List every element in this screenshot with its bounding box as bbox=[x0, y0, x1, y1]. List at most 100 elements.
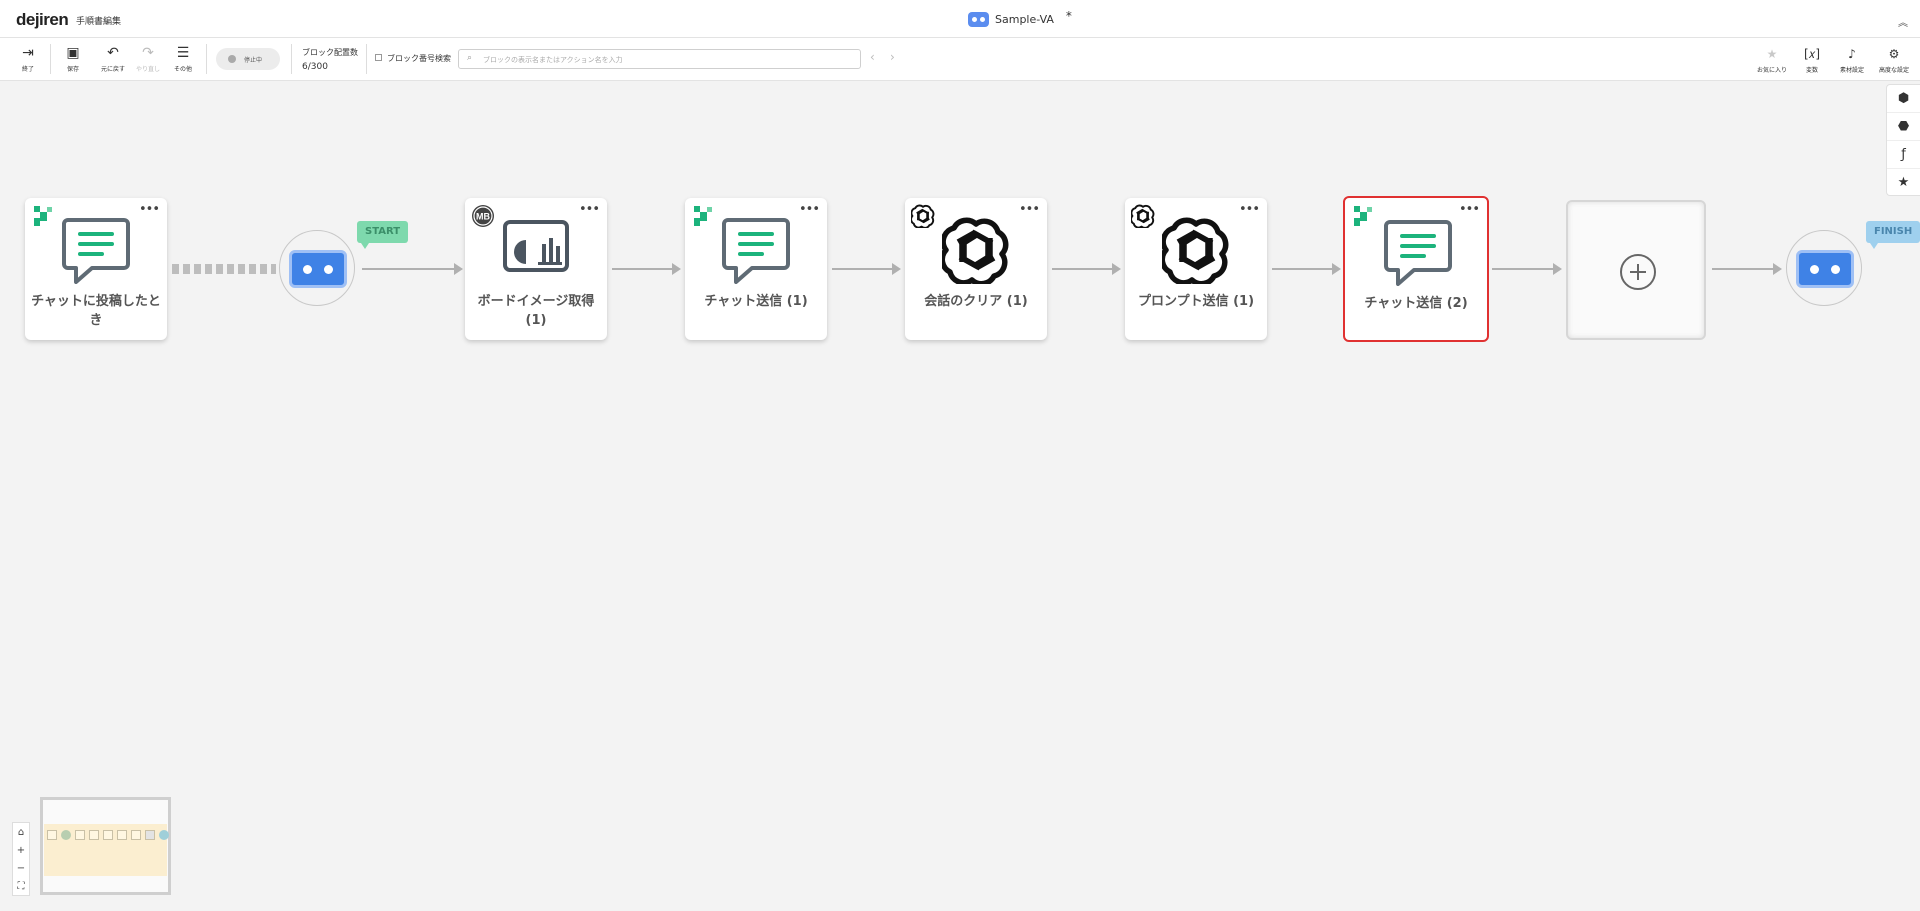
finish-flag: FINISH bbox=[1866, 221, 1920, 249]
undo-label: 元に戻す bbox=[100, 66, 125, 73]
material-settings-label: 素材設定 bbox=[1839, 67, 1864, 74]
variables-label: 変数 bbox=[1805, 67, 1818, 74]
openai-icon bbox=[942, 216, 1010, 284]
variables-button[interactable]: [𝑥] 変数 bbox=[1792, 46, 1832, 74]
block-title: チャット送信 (2) bbox=[1364, 296, 1468, 311]
block-title: チャット送信 (1) bbox=[704, 294, 808, 309]
minimap-finish-node bbox=[159, 830, 169, 840]
more-options-icon[interactable]: ••• bbox=[1019, 202, 1040, 217]
favorites-label: お気に入り bbox=[1756, 67, 1787, 74]
cube-add-icon[interactable]: ⬣ bbox=[1887, 113, 1920, 141]
flow-arrow bbox=[1712, 263, 1782, 275]
block-title: チャットに投稿したとき bbox=[31, 294, 161, 328]
bot-face-icon bbox=[289, 250, 347, 288]
gears-icon: ⚙ bbox=[1888, 47, 1900, 61]
more-button[interactable]: ☰ その他 bbox=[166, 44, 200, 73]
block-count-label: ブロック配置数 bbox=[302, 48, 358, 57]
block-send-prompt[interactable]: ••• プロンプト送信 (1) bbox=[1125, 198, 1267, 340]
save-button[interactable]: ▣ 保存 bbox=[56, 44, 90, 73]
block-chat-posted[interactable]: ••• チャットに投稿したとき bbox=[25, 198, 167, 340]
start-bot-node[interactable] bbox=[279, 230, 355, 306]
finish-bot-node[interactable] bbox=[1786, 230, 1862, 306]
exit-label: 終了 bbox=[21, 66, 34, 73]
previous-result-icon[interactable]: ‹ bbox=[870, 50, 875, 64]
block-clear-conversation[interactable]: ••• 会話のクリア (1) bbox=[905, 198, 1047, 340]
redo-button[interactable]: ↷ やり直し bbox=[131, 44, 165, 73]
favorites-button[interactable]: ★ お気に入り bbox=[1752, 46, 1792, 74]
dashboard-chart-icon bbox=[502, 216, 570, 284]
redo-icon: ↷ bbox=[142, 45, 154, 61]
material-settings-icon: ♪ bbox=[1848, 47, 1856, 61]
zoom-out-icon[interactable]: − bbox=[17, 860, 25, 877]
block-board-image[interactable]: MB ••• ボードイメージ取得 (1) bbox=[465, 198, 607, 340]
block-chat-send-1[interactable]: ••• チャット送信 (1) bbox=[685, 198, 827, 340]
exit-button[interactable]: ⇥ 終了 bbox=[11, 44, 45, 73]
flow-arrow bbox=[832, 263, 901, 275]
block-number-search-checkbox[interactable] bbox=[375, 54, 382, 61]
home-icon[interactable]: ⌂ bbox=[18, 824, 24, 841]
openai-icon bbox=[1131, 204, 1155, 228]
chat-bubble-icon bbox=[722, 216, 790, 284]
minimap-block bbox=[89, 830, 99, 840]
advanced-settings-button[interactable]: ⚙ 高度な設定 bbox=[1874, 46, 1914, 74]
more-options-icon[interactable]: ••• bbox=[1239, 202, 1260, 217]
advanced-settings-label: 高度な設定 bbox=[1878, 67, 1909, 74]
zoom-in-icon[interactable]: + bbox=[17, 842, 25, 859]
run-status-toggle[interactable]: 停止中 bbox=[216, 48, 280, 70]
star-icon[interactable]: ★ bbox=[1887, 169, 1920, 197]
more-options-icon[interactable]: ••• bbox=[1459, 202, 1480, 217]
block-chat-send-2[interactable]: ••• チャット送信 (2) bbox=[1343, 196, 1489, 342]
svg-text:MB: MB bbox=[476, 212, 490, 222]
document-title-text: Sample-VA bbox=[995, 13, 1054, 26]
block-title: ボードイメージ取得 (1) bbox=[477, 294, 595, 328]
minimap[interactable] bbox=[40, 797, 171, 895]
minimap-block bbox=[131, 830, 141, 840]
next-result-icon[interactable]: › bbox=[890, 50, 895, 64]
editor-title: 手順書編集 bbox=[76, 17, 122, 27]
side-panel: ⬢ ⬣ ƒ ★ bbox=[1886, 84, 1920, 196]
block-search-input[interactable] bbox=[483, 53, 853, 66]
menu-lines-icon: ☰ bbox=[176, 45, 190, 61]
dejiren-logo[interactable]: dejiren bbox=[16, 10, 69, 30]
toolbar-divider bbox=[291, 44, 292, 74]
minimap-start-node bbox=[61, 830, 71, 840]
start-flag: START bbox=[357, 221, 409, 249]
minimap-block bbox=[103, 830, 113, 840]
undo-icon: ↶ bbox=[107, 45, 119, 61]
variable-icon: [𝑥] bbox=[1803, 47, 1821, 61]
dejiren-icon bbox=[31, 204, 55, 228]
block-number-search-label: ブロック番号検索 bbox=[387, 54, 451, 63]
status-label: 停止中 bbox=[244, 56, 263, 64]
more-options-icon[interactable]: ••• bbox=[579, 202, 600, 217]
minimap-block bbox=[47, 830, 57, 840]
fit-screen-icon[interactable]: ⛶ bbox=[18, 878, 25, 895]
trigger-connector bbox=[172, 264, 276, 274]
toolbar-divider bbox=[206, 44, 207, 74]
material-settings-button[interactable]: ♪ 素材設定 bbox=[1832, 46, 1872, 74]
save-icon: ▣ bbox=[66, 45, 80, 61]
flow-arrow bbox=[1492, 263, 1562, 275]
mb-icon: MB bbox=[472, 205, 494, 227]
minimap-block bbox=[75, 830, 85, 840]
plus-circle-icon bbox=[1620, 254, 1656, 290]
block-search-box: ⌕ bbox=[458, 49, 861, 69]
bot-face-icon bbox=[1796, 250, 1854, 288]
document-title[interactable]: Sample-VA * bbox=[968, 8, 1072, 27]
search-icon: ⌕ bbox=[467, 53, 473, 63]
block-title: プロンプト送信 (1) bbox=[1137, 294, 1255, 309]
add-block-slot[interactable] bbox=[1566, 200, 1706, 340]
minimap-block bbox=[145, 830, 155, 840]
chevron-double-up-icon[interactable]: ︽ bbox=[1898, 14, 1908, 29]
app-header: dejiren 手順書編集 Sample-VA * ︽ bbox=[0, 0, 1920, 38]
block-title: 会話のクリア (1) bbox=[924, 294, 1028, 309]
save-label: 保存 bbox=[66, 66, 79, 73]
more-options-icon[interactable]: ••• bbox=[799, 202, 820, 217]
more-options-icon[interactable]: ••• bbox=[139, 202, 160, 217]
cube-icon[interactable]: ⬢ bbox=[1887, 85, 1920, 113]
unsaved-marker: * bbox=[1065, 8, 1072, 23]
more-label: その他 bbox=[173, 66, 192, 73]
function-icon[interactable]: ƒ bbox=[1887, 141, 1920, 169]
undo-button[interactable]: ↶ 元に戻す bbox=[96, 44, 130, 73]
block-count-value: 6/300 bbox=[302, 62, 328, 72]
minimap-block bbox=[117, 830, 127, 840]
